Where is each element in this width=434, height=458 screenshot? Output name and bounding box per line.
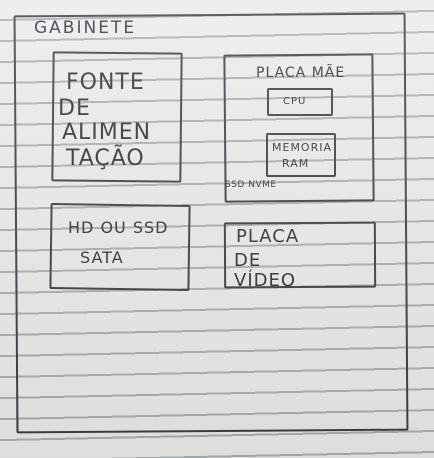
ssd-nvme-label: SSD NVME bbox=[225, 180, 277, 190]
ram-label-line-1: MEMORIA bbox=[272, 141, 333, 154]
fonte-label-line-4: TAÇÃO bbox=[66, 146, 145, 171]
fonte-label-line-1: FONTE bbox=[66, 70, 145, 95]
ram-label-line-2: RAM bbox=[282, 157, 310, 170]
placa-video-label-line-2: DE bbox=[234, 250, 262, 271]
cpu-label: CPU bbox=[283, 96, 307, 107]
placa-video-label-line-3: VÍDEO bbox=[234, 270, 297, 291]
hd-label-line-1: HD OU SSD bbox=[68, 218, 169, 237]
hd-label-line-2: SATA bbox=[80, 248, 124, 267]
hd-ssd-box bbox=[49, 203, 191, 291]
fonte-label-line-2: DE bbox=[58, 96, 91, 121]
ram-box bbox=[266, 133, 336, 177]
gabinete-title: GABINETE bbox=[34, 18, 137, 38]
placa-video-label-line-1: PLACA bbox=[236, 226, 300, 247]
placa-mae-title: PLACA MÃE bbox=[256, 65, 346, 81]
fonte-label-line-3: ALIMEN bbox=[62, 120, 152, 145]
